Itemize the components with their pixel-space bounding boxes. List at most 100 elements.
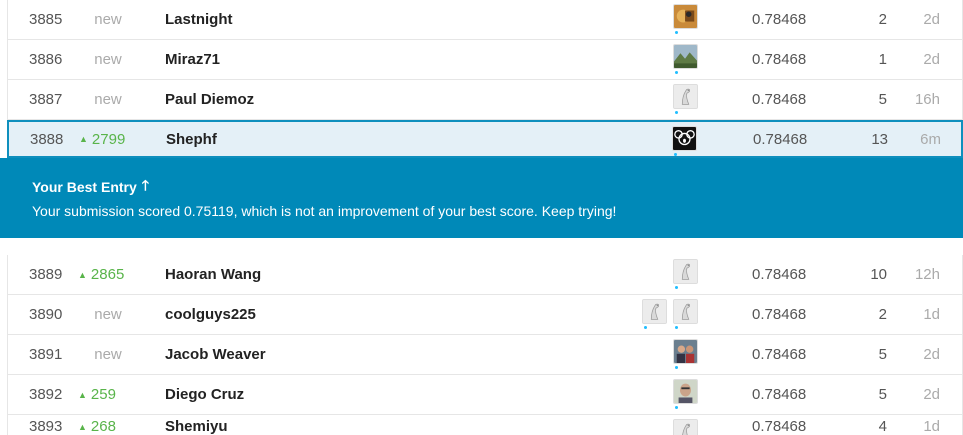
team-members: [673, 339, 698, 369]
rank-change-value: 2799: [91, 130, 126, 148]
avatar[interactable]: [673, 379, 698, 409]
score-cell: 0.78468: [752, 266, 807, 283]
entries-cell: 2: [878, 11, 887, 28]
leaderboard-upper: 3885 new Lastnight 0.78468 2 2d 3886 new Miraz71…: [7, 0, 963, 158]
entries-cell: 5: [878, 346, 887, 363]
rank-cell: 3886: [29, 51, 63, 68]
table-row[interactable]: 3889 ▲ 2865 Haoran Wang 0.78468 10 12h: [7, 255, 963, 295]
table-row[interactable]: 3891 new Jacob Weaver 0.78468 5 2d: [7, 335, 963, 375]
rank-change-cell: ▲ 2799: [79, 122, 139, 156]
best-entry-notice: Your Best Entry 🡑 Your submission scored…: [0, 158, 963, 238]
team-name-link[interactable]: coolguys225: [165, 295, 256, 334]
entries-cell: 2: [878, 306, 887, 323]
team-name-link[interactable]: Diego Cruz: [165, 375, 244, 414]
team-members: [673, 419, 698, 435]
score-cell: 0.78468: [752, 91, 807, 108]
team-name-link[interactable]: Miraz71: [165, 40, 220, 79]
status-dot: [675, 366, 678, 369]
rank-cell: 3887: [29, 91, 63, 108]
status-dot: [675, 406, 678, 409]
rank-change-value: 259: [90, 386, 116, 403]
team-members: [673, 4, 698, 34]
rank-change-cell: ▲ 2865: [78, 255, 138, 294]
triangle-up-icon: ▲: [78, 421, 87, 432]
default-goose-icon: [673, 259, 698, 284]
team-members: [673, 84, 698, 114]
team-members: [672, 126, 697, 156]
avatar[interactable]: [673, 299, 698, 329]
table-row[interactable]: 3893 ▲ 268 Shemiyu 0.78468 4 1d: [7, 415, 963, 435]
table-row[interactable]: 3892 ▲ 259 Diego Cruz 0.78468 5 2d: [7, 375, 963, 415]
table-row[interactable]: 3886 new Miraz71 0.78468 1 2d: [7, 40, 963, 80]
last-submission-cell: 6m: [920, 130, 941, 148]
table-row[interactable]: 3885 new Lastnight 0.78468 2 2d: [7, 0, 963, 40]
triangle-up-icon: ▲: [78, 389, 87, 400]
last-submission-cell: 2d: [923, 386, 940, 403]
rank-cell: 3893: [29, 418, 63, 435]
team-members: [642, 299, 698, 329]
team-members: [673, 44, 698, 74]
rank-change-cell: new: [78, 80, 138, 119]
table-row[interactable]: 3887 new Paul Diemoz 0.78468 5 16h: [7, 80, 963, 120]
avatar[interactable]: [673, 419, 698, 435]
triangle-up-icon: ▲: [78, 269, 87, 280]
entries-cell: 5: [878, 91, 887, 108]
entries-cell: 13: [871, 130, 888, 148]
arrow-up-icon: 🡑: [141, 177, 150, 193]
last-submission-cell: 2d: [923, 11, 940, 28]
rank-change-value: new: [94, 11, 122, 28]
rank-change-value: new: [94, 306, 122, 323]
notice-title-text: Your Best Entry: [32, 179, 137, 195]
rank-change-cell: ▲ 259: [78, 375, 138, 414]
notice-message: Your submission scored 0.75119, which is…: [32, 203, 617, 219]
score-cell: 0.78468: [752, 306, 807, 323]
koala-black-icon: [672, 126, 697, 151]
table-row[interactable]: 3888 ▲ 2799 Shephf 0.78468 13 6m: [7, 120, 963, 158]
score-cell: 0.78468: [753, 130, 808, 148]
team-name-link[interactable]: Shephf: [166, 122, 217, 156]
score-cell: 0.78468: [752, 386, 807, 403]
rank-change-cell: ▲ 268: [78, 415, 138, 435]
last-submission-cell: 12h: [914, 266, 940, 283]
avatar[interactable]: [673, 44, 698, 74]
rank-cell: 3892: [29, 386, 63, 403]
team-name-link[interactable]: Lastnight: [165, 0, 233, 39]
last-submission-cell: 16h: [914, 91, 940, 108]
photo-orange-icon: [673, 4, 698, 29]
entries-cell: 5: [878, 386, 887, 403]
avatar[interactable]: [672, 126, 697, 156]
notice-title[interactable]: Your Best Entry 🡑: [32, 175, 149, 199]
rank-cell: 3889: [29, 266, 63, 283]
status-dot: [675, 71, 678, 74]
last-submission-cell: 2d: [923, 51, 940, 68]
rank-cell: 3891: [29, 346, 63, 363]
avatar[interactable]: [673, 259, 698, 289]
rank-change-value: 268: [90, 418, 116, 435]
avatar[interactable]: [673, 339, 698, 369]
rank-change-cell: new: [78, 295, 138, 334]
team-name-link[interactable]: Shemiyu: [165, 415, 228, 435]
last-submission-cell: 2d: [923, 346, 940, 363]
team-name-link[interactable]: Jacob Weaver: [165, 335, 266, 374]
rank-cell: 3888: [30, 130, 64, 148]
team-name-link[interactable]: Paul Diemoz: [165, 80, 254, 119]
table-row[interactable]: 3890 new coolguys225 0.78468 2 1d: [7, 295, 963, 335]
rank-change-value: new: [94, 346, 122, 363]
team-members: [673, 259, 698, 289]
rank-change-cell: new: [78, 0, 138, 39]
status-dot: [644, 326, 647, 329]
avatar[interactable]: [642, 299, 667, 329]
photo-group-icon: [673, 339, 698, 364]
status-dot: [675, 111, 678, 114]
last-submission-cell: 1d: [923, 306, 940, 323]
rank-cell: 3885: [29, 11, 63, 28]
rank-change-cell: new: [78, 335, 138, 374]
status-dot: [674, 153, 677, 156]
team-name-link[interactable]: Haoran Wang: [165, 255, 261, 294]
avatar[interactable]: [673, 4, 698, 34]
avatar[interactable]: [673, 84, 698, 114]
team-members: [673, 379, 698, 409]
rank-change-value: new: [94, 51, 122, 68]
entries-cell: 10: [870, 266, 887, 283]
photo-landscape-icon: [673, 44, 698, 69]
